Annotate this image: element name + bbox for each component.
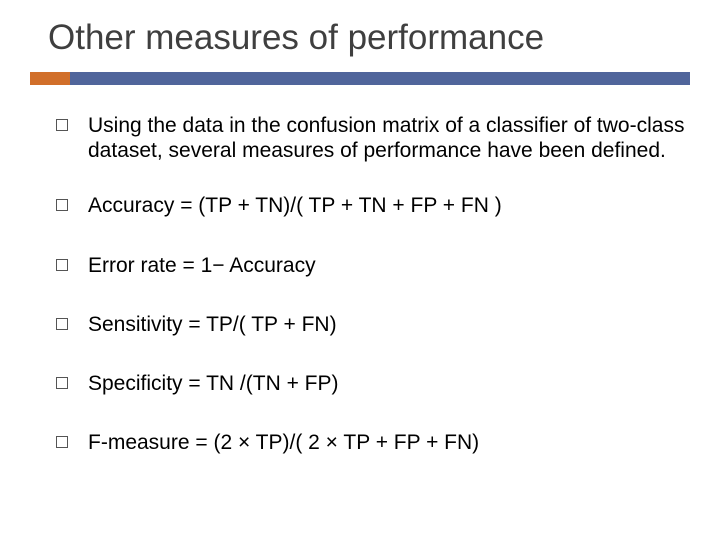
list-item: Using the data in the confusion matrix o… <box>56 113 690 163</box>
bullet-icon <box>56 199 68 211</box>
list-item: Error rate = 1− Accuracy <box>56 253 690 278</box>
bullet-text: Accuracy = (TP + TN)/( TP + TN + FP + FN… <box>88 193 502 218</box>
list-item: Accuracy = (TP + TN)/( TP + TN + FP + FN… <box>56 193 690 218</box>
list-item: Sensitivity = TP/( TP + FN) <box>56 312 690 337</box>
bullet-text: Error rate = 1− Accuracy <box>88 253 316 278</box>
list-item: Specificity = TN /(TN + FP) <box>56 371 690 396</box>
divider-line <box>70 72 690 85</box>
bullet-text: Specificity = TN /(TN + FP) <box>88 371 339 396</box>
title-divider <box>30 72 690 85</box>
bullet-icon <box>56 377 68 389</box>
bullet-text: F-measure = (2 × TP)/( 2 × TP + FP + FN) <box>88 430 479 455</box>
bullet-text: Sensitivity = TP/( TP + FN) <box>88 312 337 337</box>
bullet-icon <box>56 318 68 330</box>
bullet-list: Using the data in the confusion matrix o… <box>30 113 690 455</box>
slide-title: Other measures of performance <box>30 18 690 58</box>
list-item: F-measure = (2 × TP)/( 2 × TP + FP + FN) <box>56 430 690 455</box>
accent-block <box>30 72 70 85</box>
bullet-icon <box>56 436 68 448</box>
bullet-text: Using the data in the confusion matrix o… <box>88 113 690 163</box>
bullet-icon <box>56 119 68 131</box>
bullet-icon <box>56 259 68 271</box>
